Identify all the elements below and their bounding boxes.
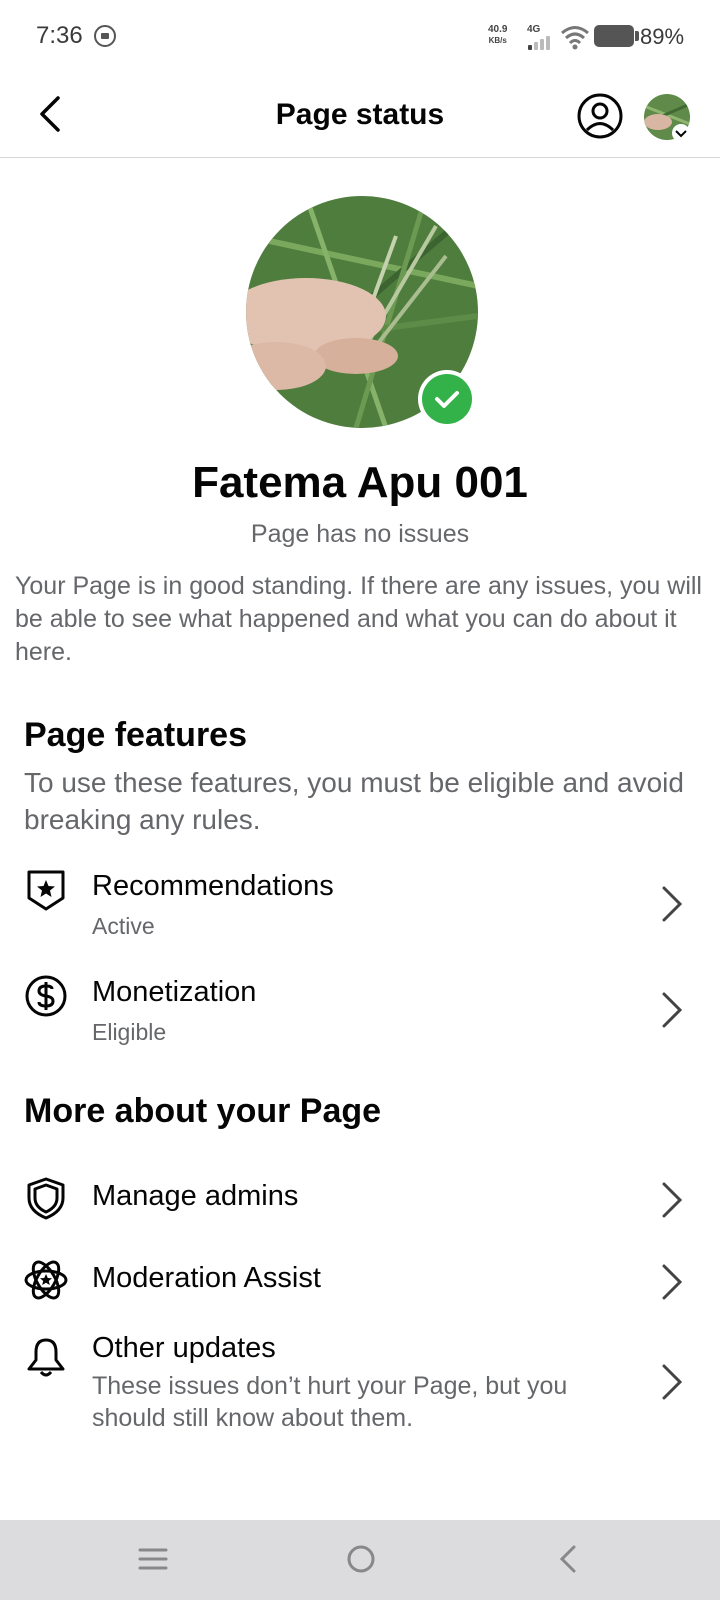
chevron-down-icon[interactable] [672,124,690,142]
page-features-heading: Page features [24,716,247,754]
recommendations-row[interactable]: Recommendations Active [0,862,720,952]
other-updates-label: Other updates [92,1332,276,1364]
chevron-right-icon [662,1182,683,1218]
signal-icon [528,36,554,50]
network-speed-value: 40.9 [488,24,508,35]
page-name: Fatema Apu 001 [192,458,528,507]
verified-check-badge [418,370,476,428]
manage-admins-label: Manage admins [92,1180,299,1212]
page-standing-description: Your Page is in good standing. If there … [15,572,702,666]
menu-icon[interactable] [138,1546,168,1572]
status-time: 7:36 [36,22,83,49]
monetization-status: Eligible [92,1019,167,1045]
moderation-assist-row[interactable]: Moderation Assist [0,1250,720,1310]
dollar-circle-icon [25,975,67,1017]
battery-icon [594,25,639,47]
network-speed-unit: KB/s [488,36,507,45]
screen-record-icon [94,25,116,47]
page-features-subtitle: To use these features, you must be eligi… [24,767,684,835]
other-updates-row[interactable]: Other updates These issues don’t hurt yo… [0,1326,720,1466]
shield-icon [27,1177,65,1220]
recommendations-status: Active [92,913,155,939]
moderation-assist-label: Moderation Assist [92,1262,321,1294]
manage-admins-row[interactable]: Manage admins [0,1168,720,1228]
monetization-row[interactable]: Monetization Eligible [0,968,720,1058]
page-status-text: Page has no issues [250,520,470,548]
status-bar: 7:36 40.9 KB/s 4G 89% [0,0,720,74]
atom-star-icon [24,1260,68,1300]
network-speed: 40.9 KB/s [488,24,507,46]
bell-icon [27,1338,65,1377]
user-circle-icon[interactable] [576,92,624,140]
chevron-right-icon [662,886,683,922]
wifi-icon [561,26,589,50]
check-icon [435,391,459,408]
more-about-page-heading: More about your Page [24,1092,382,1130]
monetization-label: Monetization [92,976,257,1008]
back-icon[interactable] [556,1544,580,1574]
chevron-right-icon [662,1364,683,1400]
system-nav-bar [0,1520,720,1600]
network-type: 4G [527,24,541,35]
chevron-right-icon [662,992,683,1028]
home-icon[interactable] [346,1544,376,1574]
shield-star-icon [27,870,65,911]
recommendations-label: Recommendations [92,870,334,902]
chevron-right-icon [662,1264,683,1300]
other-updates-description: These issues don’t hurt your Page, but y… [92,1372,568,1432]
app-header: Page status [0,74,720,158]
battery-percent: 89% [640,24,685,49]
